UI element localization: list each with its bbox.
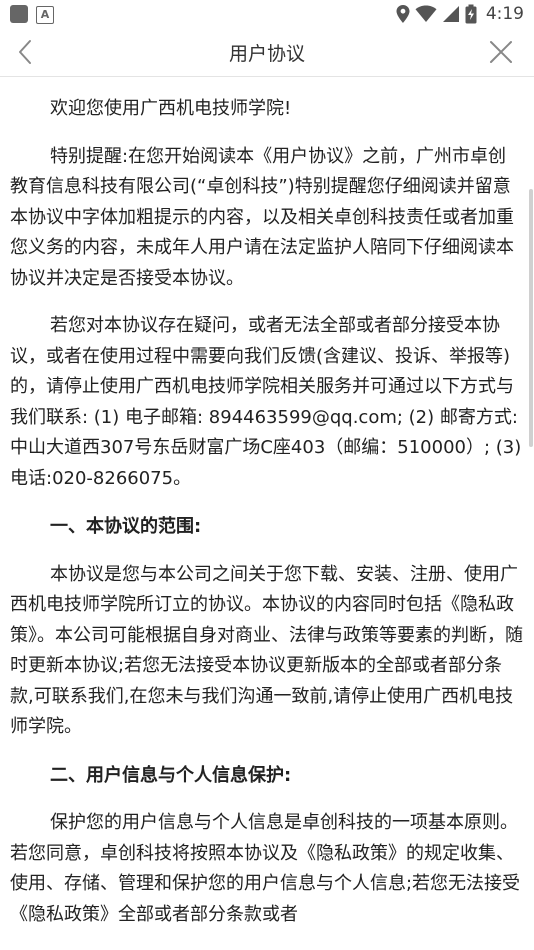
contact-paragraph: 若您对本协议存在疑问，或者无法全部或者部分接受本协议，或者在使用过程中需要向我们… (10, 315, 522, 489)
greeting-text: 欢迎您使用广西机电技师学院! (50, 98, 292, 119)
signal-icon (442, 6, 459, 22)
section-2-heading: 二、用户信息与个人信息保护: (50, 764, 292, 786)
location-icon (396, 5, 410, 23)
intro-paragraph: 特别提醒:在您开始阅读本《用户协议》之前，广州市卓创教育信息科技有限公司(“卓创… (10, 145, 514, 289)
status-bar: A 4:19 (0, 0, 534, 28)
a-app-icon: A (36, 6, 54, 24)
battery-charging-icon (465, 4, 477, 24)
section-2-paragraph: 保护您的用户信息与个人信息是卓创科技的一项基本原则。若您同意，卓创科技将按照本协… (10, 812, 521, 925)
page-title: 用户协议 (228, 43, 305, 65)
agreement-content[interactable]: 欢迎您使用广西机电技师学院! 特别提醒:在您开始阅读本《用户协议》之前，广州市卓… (0, 77, 534, 950)
status-time: 4:19 (485, 4, 524, 24)
scrollbar[interactable] (529, 189, 533, 447)
section-1-heading: 一、本协议的范围: (50, 516, 202, 537)
notification-square-icon (10, 5, 28, 23)
section-1-paragraph: 本协议是您与本公司之间关于您下载、安装、注册、使用广西机电技师学院所订立的协议。… (10, 563, 523, 738)
close-icon[interactable] (488, 39, 514, 65)
wifi-icon (415, 5, 437, 22)
nav-bar: 用户协议 (0, 28, 534, 77)
